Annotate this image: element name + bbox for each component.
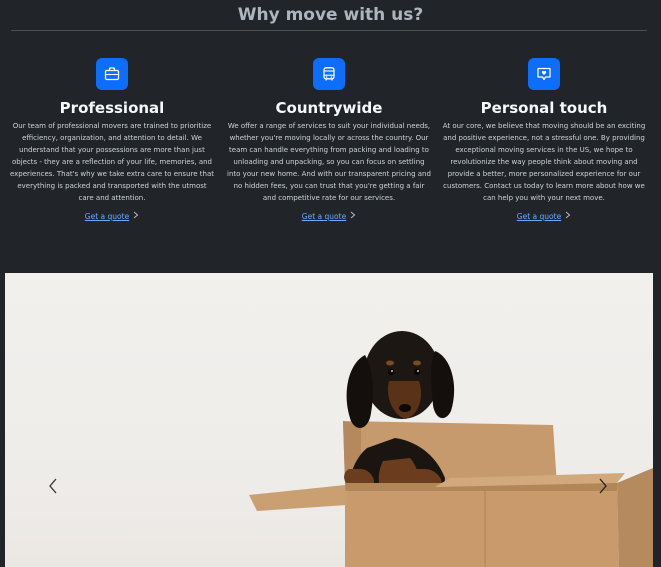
feature-title: Personal touch [480,99,608,117]
feature-countrywide: Countrywide We offer a range of services… [226,58,432,223]
feature-professional: Professional Our team of professional mo… [9,58,215,223]
feature-title: Countrywide [275,99,383,117]
chevron-right-icon [565,211,571,223]
dachshund-in-box-photo [249,331,653,567]
chevron-right-icon [133,211,139,223]
chevron-right-icon [598,478,608,498]
carousel-prev-button[interactable] [41,473,65,503]
feature-description: At our core, we believe that moving shou… [442,122,646,202]
get-a-quote-link[interactable]: Get a quote [302,212,346,221]
image-carousel [5,273,653,567]
feature-title: Professional [59,99,165,117]
chevron-right-icon [350,211,356,223]
chevron-left-icon [48,478,58,498]
carousel-next-button[interactable] [591,473,615,503]
get-a-quote-link[interactable]: Get a quote [517,212,561,221]
section-title: Why move with us? [237,5,424,25]
feature-description: Our team of professional movers are trai… [9,122,214,202]
get-a-quote-link[interactable]: Get a quote [85,212,129,221]
bus-icon [313,58,345,90]
chat-heart-icon [528,58,560,90]
feature-description: We offer a range of services to suit you… [227,122,431,202]
briefcase-icon [96,58,128,90]
section-divider [11,30,647,31]
feature-personal-touch: Personal touch At our core, we believe t… [441,58,647,223]
